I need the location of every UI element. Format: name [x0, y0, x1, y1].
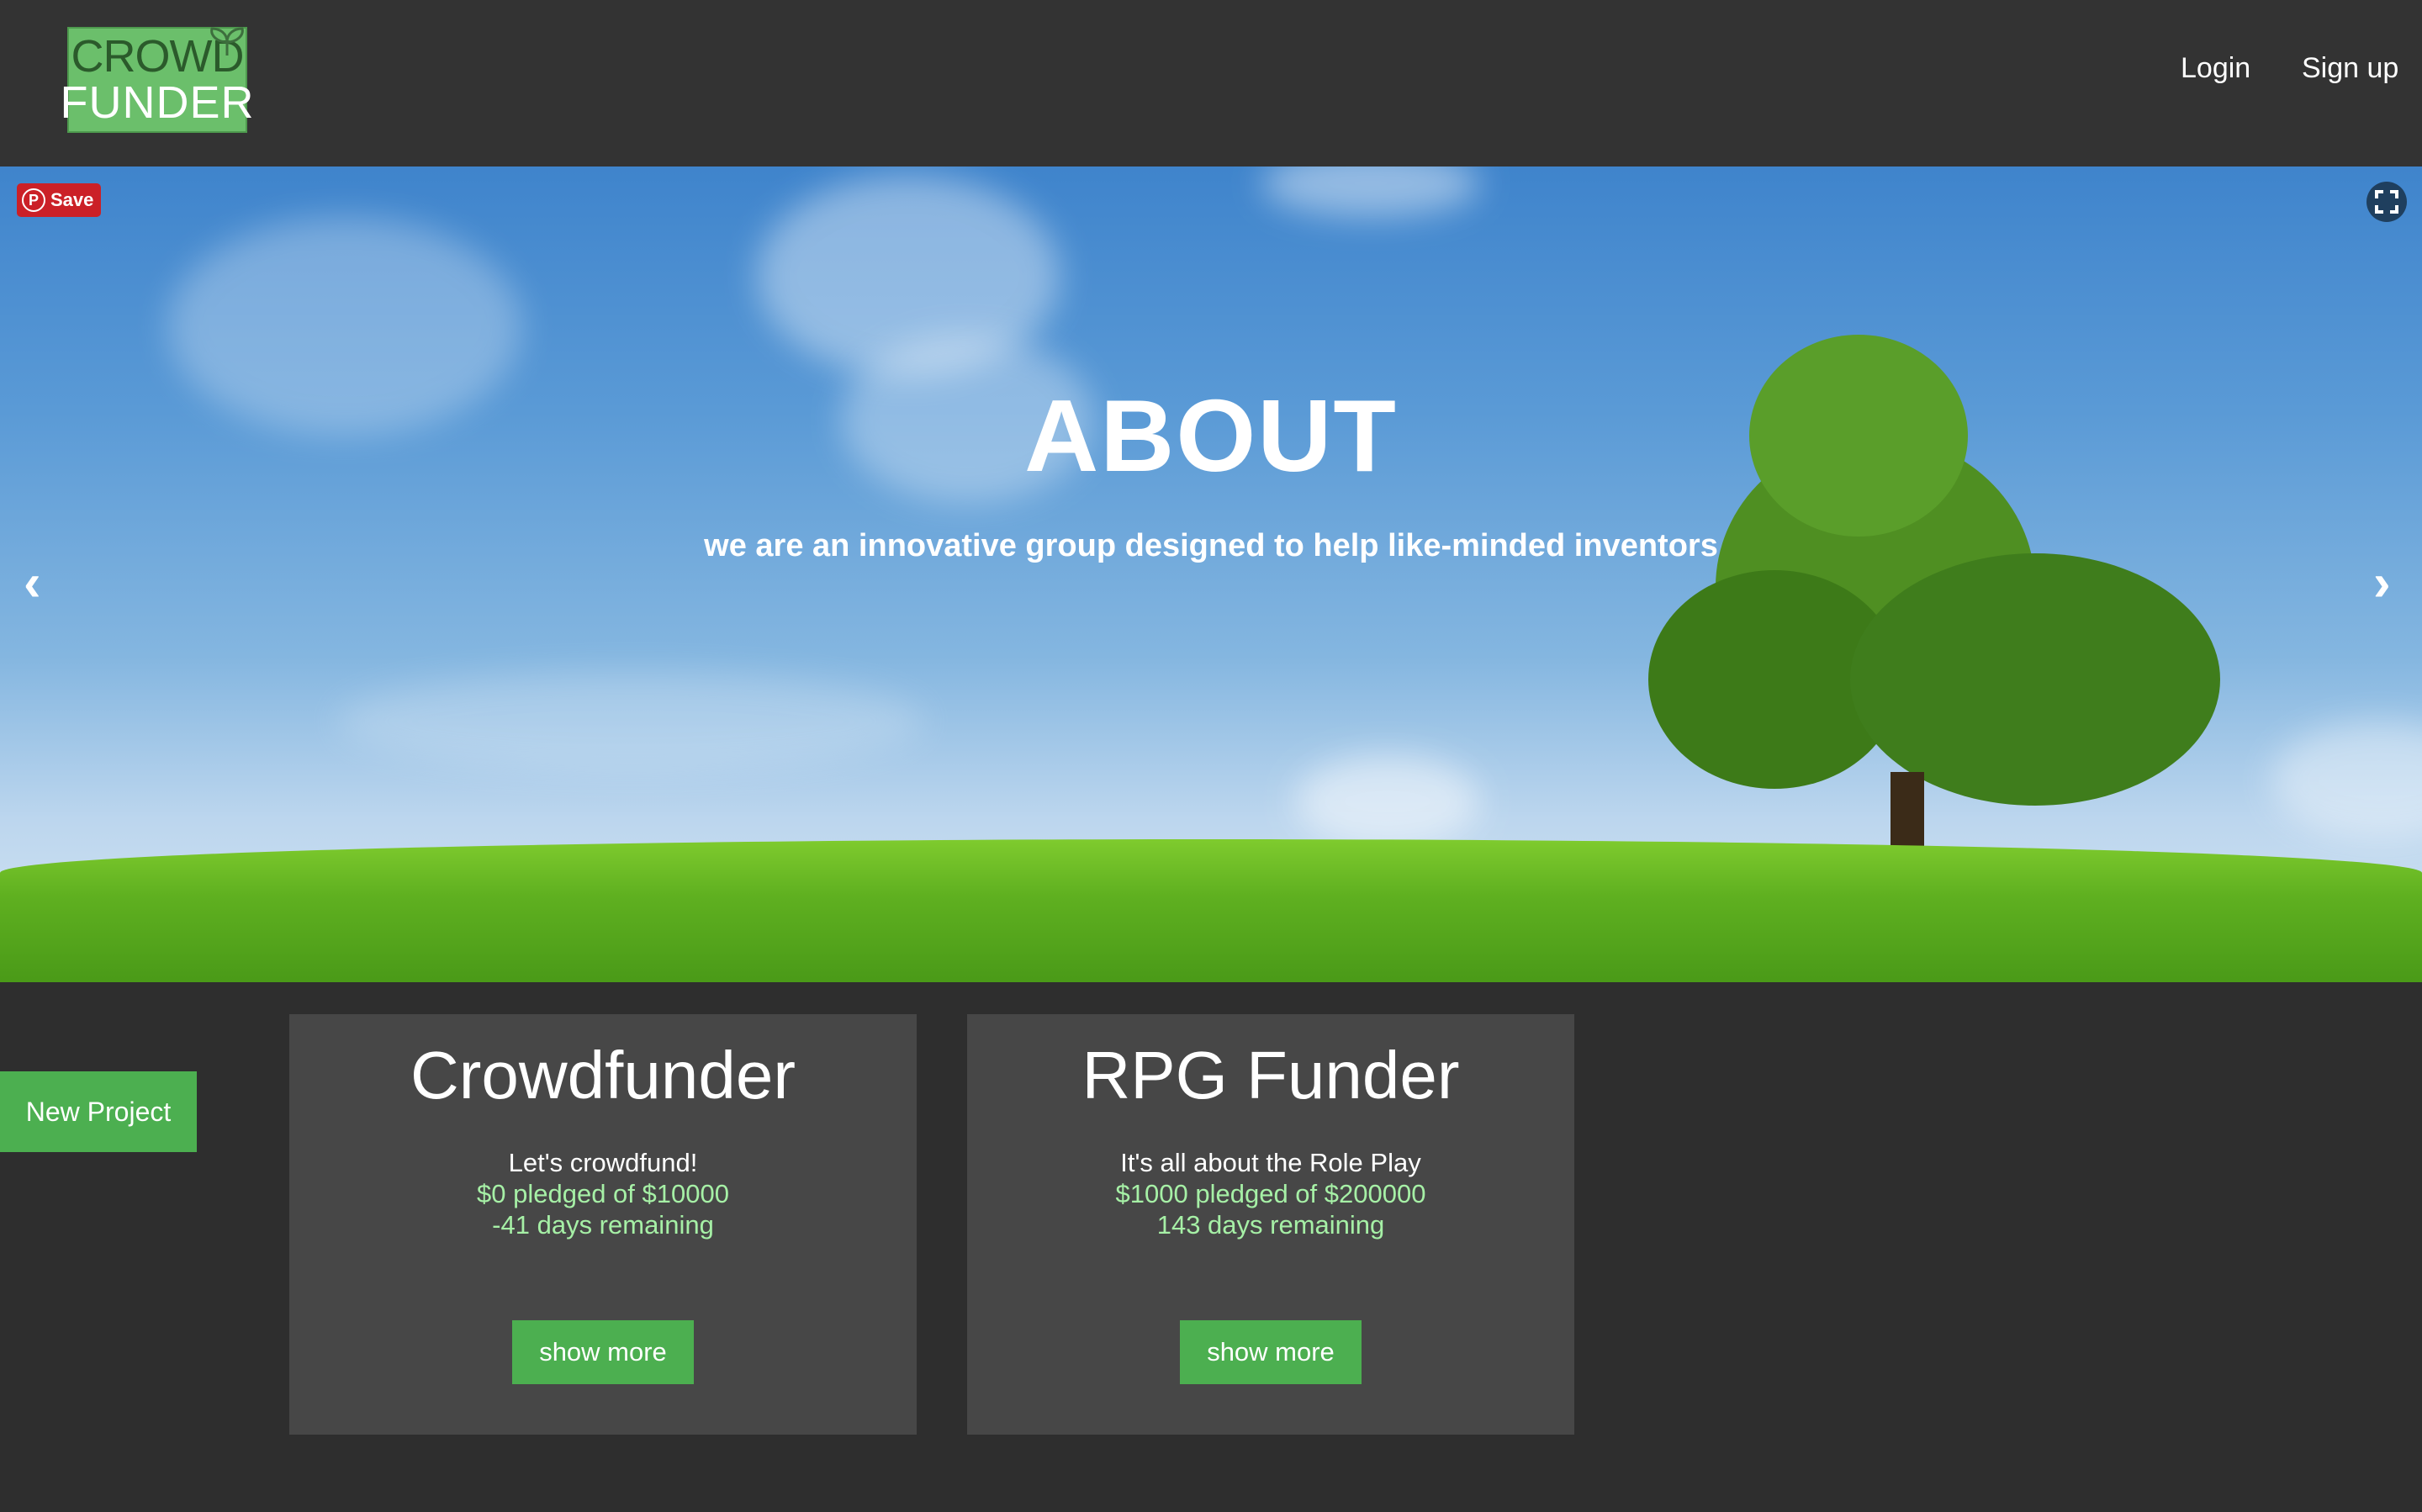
signup-link[interactable]: Sign up — [2302, 52, 2398, 85]
crowdfunder-logo[interactable]: CROWD FUNDER — [61, 27, 254, 133]
project-pledged: $1000 pledged of $200000 — [1115, 1179, 1426, 1208]
show-more-button[interactable]: show more — [1180, 1320, 1362, 1384]
project-title: Crowdfunder — [410, 1038, 796, 1113]
hero-title: ABOUT — [1024, 378, 1398, 493]
project-description: It's all about the Role Play — [1120, 1148, 1421, 1177]
carousel-prev-arrow[interactable]: ‹ — [24, 553, 41, 613]
site-header: CROWD FUNDER Login Sign up — [0, 0, 2422, 167]
login-link[interactable]: Login — [2181, 52, 2250, 85]
fullscreen-icon[interactable] — [2366, 182, 2407, 222]
project-days-remaining: 143 days remaining — [1156, 1210, 1385, 1240]
hero-carousel: P Save ABOUT we are an innovative group … — [0, 167, 2422, 982]
project-description: Let's crowdfund! — [508, 1148, 698, 1177]
project-card: Crowdfunder Let's crowdfund! $0 pledged … — [289, 1014, 917, 1435]
project-card: RPG Funder It's all about the Role Play … — [967, 1014, 1574, 1435]
pinterest-save-button[interactable]: P Save — [17, 183, 101, 217]
new-project-button[interactable]: New Project — [0, 1071, 197, 1152]
project-title: RPG Funder — [1081, 1038, 1460, 1113]
carousel-next-arrow[interactable]: › — [2373, 553, 2391, 613]
show-more-button[interactable]: show more — [512, 1320, 694, 1384]
sprout-icon — [210, 27, 244, 56]
pinterest-icon: P — [22, 188, 45, 212]
logo-text-line2: FUNDER — [60, 77, 255, 128]
project-pledged: $0 pledged of $10000 — [477, 1179, 729, 1208]
hero-subtitle: we are an innovative group designed to h… — [704, 528, 1718, 563]
project-days-remaining: -41 days remaining — [492, 1210, 714, 1240]
pinterest-save-label: Save — [50, 189, 94, 210]
